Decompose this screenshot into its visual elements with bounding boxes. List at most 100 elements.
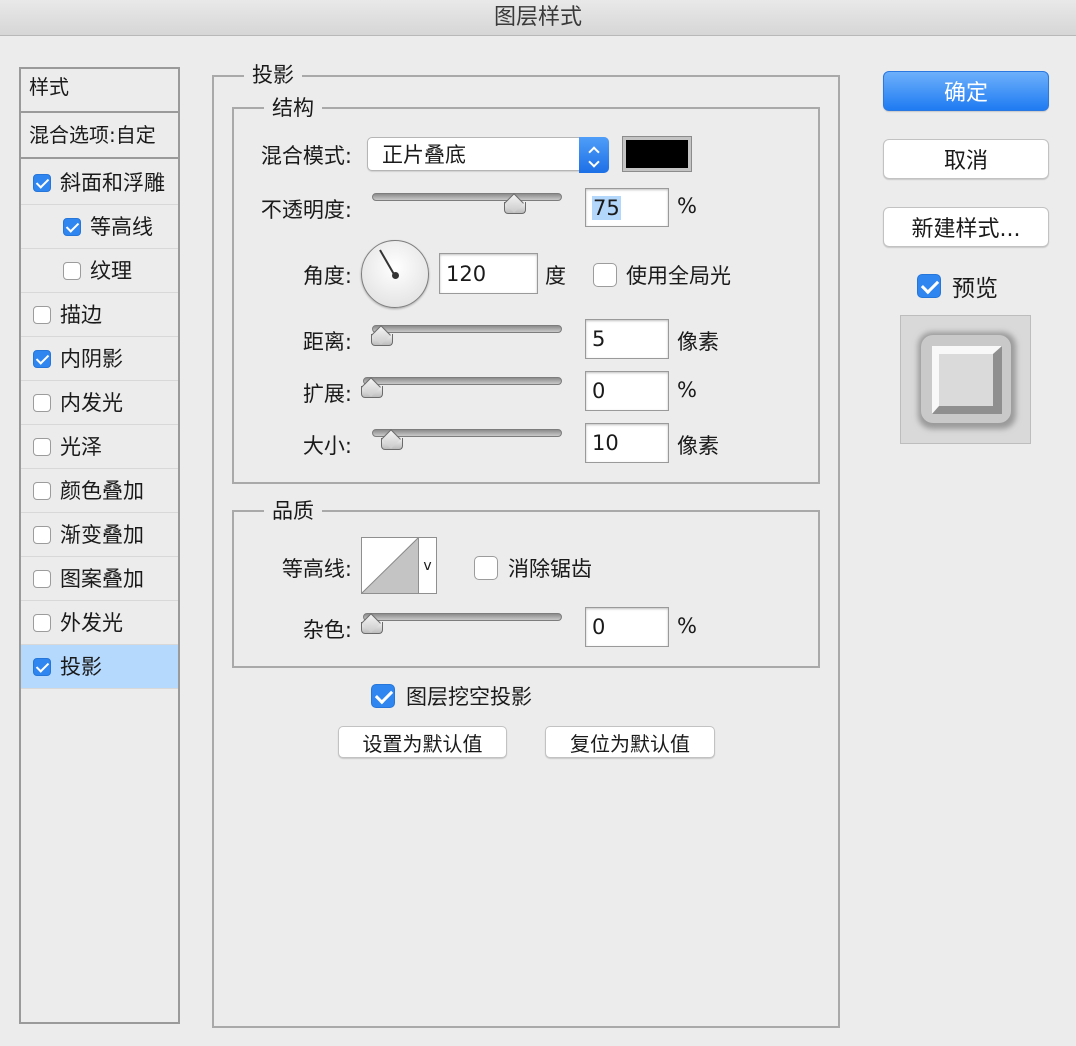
opacity-input[interactable]: 75 xyxy=(585,188,669,227)
knockout-checkbox[interactable]: 图层挖空投影 xyxy=(371,681,532,711)
global-light-label: 使用全局光 xyxy=(626,264,731,288)
blend-mode-value: 正片叠底 xyxy=(382,143,466,167)
style-preview-thumbnail xyxy=(900,315,1031,444)
style-list-item[interactable]: 内阴影 xyxy=(21,337,178,381)
angle-dial[interactable] xyxy=(361,240,429,308)
angle-input[interactable]: 120 xyxy=(439,253,538,294)
antialias-check-icon xyxy=(474,556,498,580)
global-light-check-icon xyxy=(593,263,617,287)
style-list-item-label: 纹理 xyxy=(90,258,132,283)
noise-unit: % xyxy=(677,614,697,638)
preview-check-icon xyxy=(917,274,941,298)
opacity-label: 不透明度: xyxy=(260,198,352,222)
preview-label: 预览 xyxy=(952,276,998,302)
distance-input[interactable]: 5 xyxy=(585,319,669,359)
style-list-header[interactable]: 样式 xyxy=(21,69,178,113)
style-list-item[interactable]: 颜色叠加 xyxy=(21,469,178,513)
contour-dropdown-arrow[interactable]: v xyxy=(419,537,437,594)
style-list-item[interactable]: 渐变叠加 xyxy=(21,513,178,557)
structure-title: 结构 xyxy=(264,92,322,122)
shadow-color-swatch[interactable] xyxy=(622,136,692,172)
chevron-up-down-icon xyxy=(579,137,609,173)
distance-unit: 像素 xyxy=(677,330,719,354)
checkbox-checked-icon[interactable] xyxy=(33,657,51,676)
spread-slider-thumb[interactable] xyxy=(361,380,383,398)
antialias-checkbox[interactable]: 消除锯齿 xyxy=(474,553,592,583)
global-light-checkbox[interactable]: 使用全局光 xyxy=(593,260,731,290)
checkbox-unchecked-icon[interactable] xyxy=(33,525,51,544)
blend-mode-select[interactable]: 正片叠底 xyxy=(367,137,609,173)
style-list-item[interactable]: 斜面和浮雕 xyxy=(21,161,178,205)
noise-input[interactable]: 0 xyxy=(585,607,669,647)
style-list-item-label: 投影 xyxy=(60,654,102,679)
angle-unit: 度 xyxy=(545,264,566,288)
contour-preview[interactable] xyxy=(361,537,419,594)
noise-slider[interactable] xyxy=(363,613,562,621)
quality-title: 品质 xyxy=(264,495,322,525)
noise-slider-thumb[interactable] xyxy=(361,616,383,634)
antialias-label: 消除锯齿 xyxy=(508,557,592,581)
style-list-item-label: 斜面和浮雕 xyxy=(60,170,165,195)
contour-label: 等高线: xyxy=(281,557,352,581)
style-list-item[interactable]: 投影 xyxy=(21,645,178,689)
style-list-item[interactable]: 描边 xyxy=(21,293,178,337)
checkbox-unchecked-icon[interactable] xyxy=(33,393,51,412)
style-list-item-label: 描边 xyxy=(60,302,102,327)
window-title: 图层样式 xyxy=(0,0,1076,36)
bevel-preview-icon xyxy=(918,332,1016,429)
blend-mode-label: 混合模式: xyxy=(260,144,352,168)
preview-checkbox[interactable]: 预览 xyxy=(917,269,998,303)
reset-default-button[interactable]: 复位为默认值 xyxy=(545,726,715,758)
distance-slider[interactable] xyxy=(372,325,562,333)
distance-slider-thumb[interactable] xyxy=(371,328,393,346)
set-default-button[interactable]: 设置为默认值 xyxy=(338,726,507,758)
drop-shadow-title: 投影 xyxy=(244,59,302,89)
quality-group xyxy=(232,510,820,668)
size-input[interactable]: 10 xyxy=(585,423,669,463)
checkbox-checked-icon[interactable] xyxy=(33,349,51,368)
spread-input[interactable]: 0 xyxy=(585,371,669,411)
checkbox-unchecked-icon[interactable] xyxy=(63,261,81,280)
style-list-item-label: 内阴影 xyxy=(60,346,123,371)
checkbox-unchecked-icon[interactable] xyxy=(33,481,51,500)
checkbox-unchecked-icon[interactable] xyxy=(33,569,51,588)
new-style-button[interactable]: 新建样式... xyxy=(883,207,1049,247)
spread-unit: % xyxy=(677,378,697,402)
blend-options-item[interactable]: 混合选项:自定 xyxy=(21,115,178,159)
checkbox-unchecked-icon[interactable] xyxy=(33,613,51,632)
style-list-item-label: 内发光 xyxy=(60,390,123,415)
style-list-item[interactable]: 图案叠加 xyxy=(21,557,178,601)
checkbox-checked-icon[interactable] xyxy=(33,173,51,192)
size-slider-thumb[interactable] xyxy=(381,432,403,450)
opacity-unit: % xyxy=(677,194,697,218)
size-label: 大小: xyxy=(302,434,352,458)
opacity-slider-thumb[interactable] xyxy=(504,196,526,214)
cancel-button[interactable]: 取消 xyxy=(883,139,1049,179)
knockout-label: 图层挖空投影 xyxy=(406,685,532,709)
linear-contour-icon xyxy=(362,538,418,593)
style-list-item-label: 图案叠加 xyxy=(60,566,144,591)
checkbox-unchecked-icon[interactable] xyxy=(33,305,51,324)
style-list-item-label: 外发光 xyxy=(60,610,123,635)
ok-button[interactable]: 确定 xyxy=(883,71,1049,111)
style-list-item[interactable]: 外发光 xyxy=(21,601,178,645)
opacity-slider[interactable] xyxy=(372,193,562,201)
noise-label: 杂色: xyxy=(302,618,352,642)
style-list-item-label: 颜色叠加 xyxy=(60,478,144,503)
spread-slider[interactable] xyxy=(363,377,562,385)
size-unit: 像素 xyxy=(677,434,719,458)
style-list-item-label: 渐变叠加 xyxy=(60,522,144,547)
style-list-item[interactable]: 内发光 xyxy=(21,381,178,425)
angle-label: 角度: xyxy=(302,264,352,288)
distance-label: 距离: xyxy=(302,330,352,354)
checkbox-unchecked-icon[interactable] xyxy=(33,437,51,456)
style-list-item-label: 光泽 xyxy=(60,434,102,459)
checkbox-checked-icon[interactable] xyxy=(63,217,81,236)
style-list-item[interactable]: 纹理 xyxy=(21,249,178,293)
style-list-item[interactable]: 等高线 xyxy=(21,205,178,249)
style-list-item[interactable]: 光泽 xyxy=(21,425,178,469)
knockout-check-icon xyxy=(371,684,395,708)
spread-label: 扩展: xyxy=(302,382,352,406)
style-list: 样式 混合选项:自定 斜面和浮雕等高线纹理描边内阴影内发光光泽颜色叠加渐变叠加图… xyxy=(19,67,180,1024)
style-list-item-label: 等高线 xyxy=(90,214,153,239)
